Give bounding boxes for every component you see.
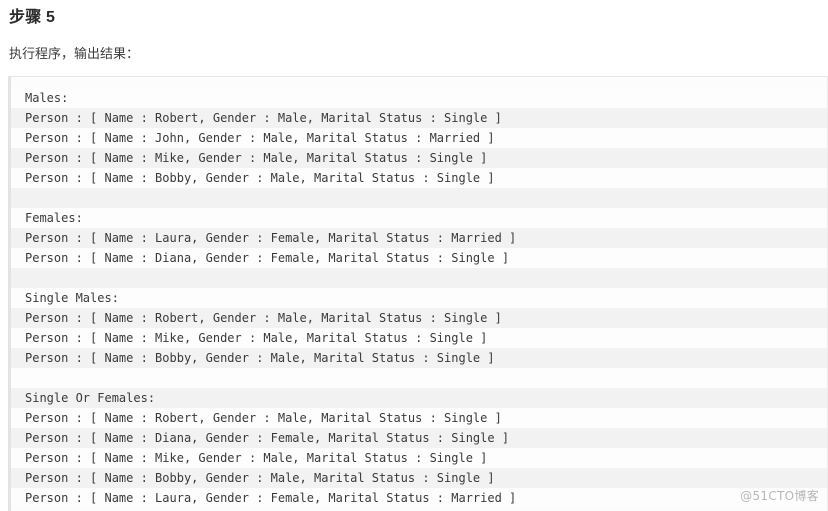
code-line: Person : [ Name : John, Gender : Male, M… — [11, 128, 827, 148]
code-line: Males: — [11, 88, 827, 108]
code-line: Person : [ Name : Diana, Gender : Female… — [11, 248, 827, 268]
code-line: Person : [ Name : Diana, Gender : Female… — [11, 428, 827, 448]
code-line: Single Males: — [11, 288, 827, 308]
page-title: 步骤 5 — [9, 9, 56, 26]
code-line — [11, 368, 827, 388]
article-container: 步骤 5 执行程序，输出结果： — [0, 0, 828, 64]
site-watermark: @51CTO博客 — [740, 489, 819, 503]
code-line — [11, 188, 827, 208]
code-line: Person : [ Name : Bobby, Gender : Male, … — [11, 168, 827, 188]
code-line: Person : [ Name : Mike, Gender : Male, M… — [11, 148, 827, 168]
code-line: Females: — [11, 208, 827, 228]
code-line: Person : [ Name : Laura, Gender : Female… — [11, 488, 827, 508]
code-line: Person : [ Name : Bobby, Gender : Male, … — [11, 468, 827, 488]
intro-paragraph: 执行程序，输出结果： — [9, 46, 140, 61]
code-line: Person : [ Name : Laura, Gender : Female… — [11, 228, 827, 248]
code-line: Person : [ Name : Mike, Gender : Male, M… — [11, 448, 827, 468]
code-line: Person : [ Name : Robert, Gender : Male,… — [11, 408, 827, 428]
code-line: Single Or Females: — [11, 388, 827, 408]
code-line-list: Males: Person : [ Name : Robert, Gender :… — [11, 77, 827, 508]
code-line: Person : [ Name : Robert, Gender : Male,… — [11, 308, 827, 328]
code-output-block[interactable]: Males: Person : [ Name : Robert, Gender :… — [8, 76, 828, 511]
code-line: Person : [ Name : Robert, Gender : Male,… — [11, 108, 827, 128]
code-line — [11, 268, 827, 288]
code-line: Person : [ Name : Mike, Gender : Male, M… — [11, 328, 827, 348]
code-line: Person : [ Name : Bobby, Gender : Male, … — [11, 348, 827, 368]
